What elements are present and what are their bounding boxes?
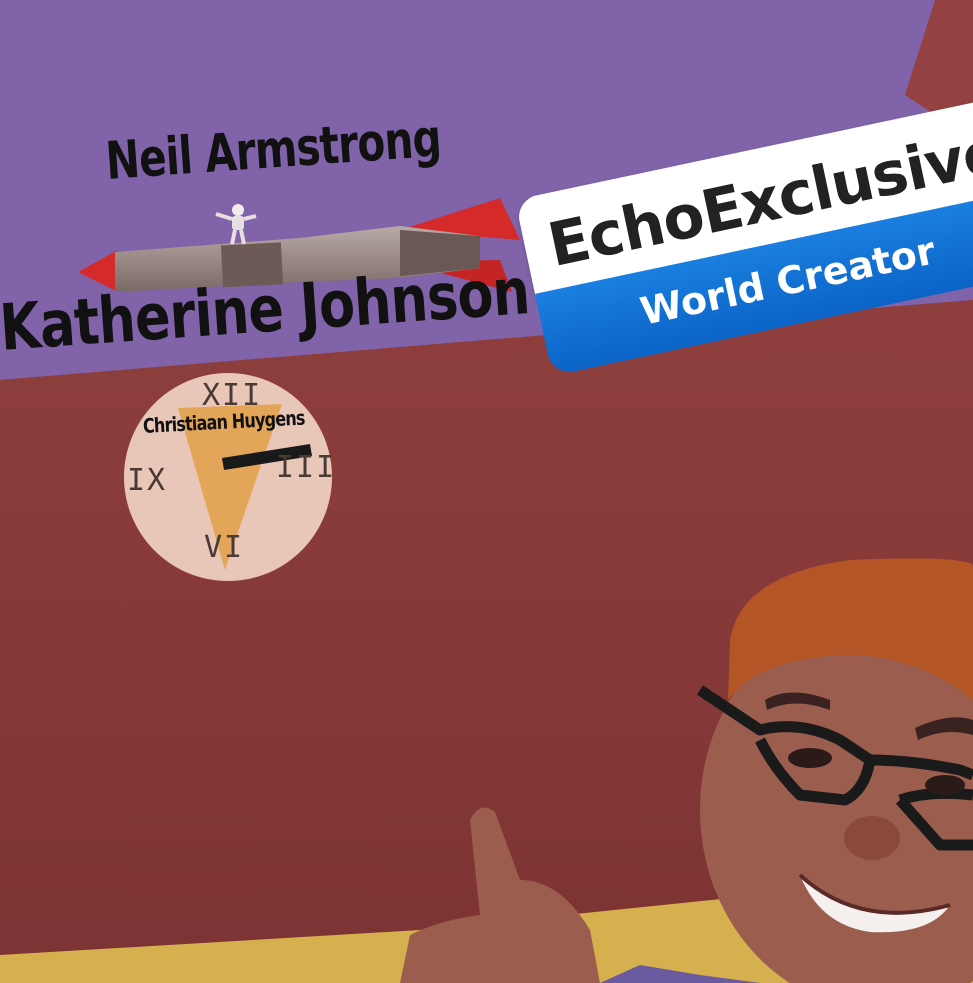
clock-numeral-three: III bbox=[276, 450, 337, 485]
clock-numeral-six: VI bbox=[204, 530, 245, 565]
clock-numeral-twelve: XII bbox=[202, 378, 263, 413]
clock-numeral-nine: IX bbox=[127, 463, 168, 498]
nose bbox=[844, 816, 900, 860]
